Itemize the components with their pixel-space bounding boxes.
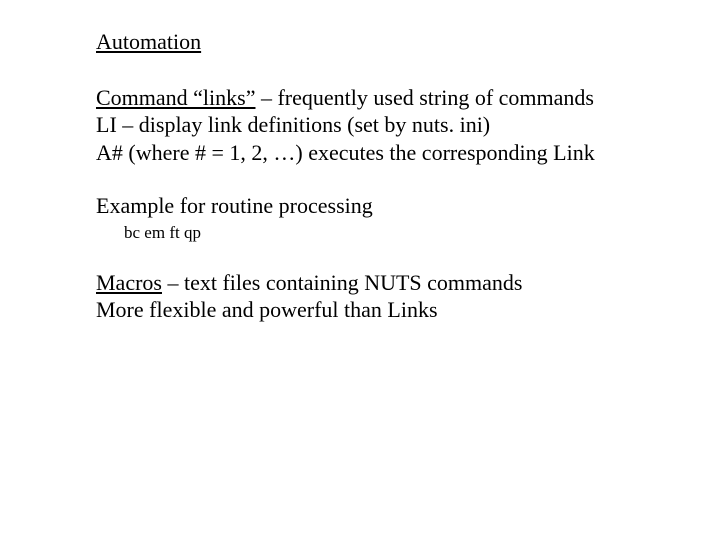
title-text: Automation bbox=[96, 29, 201, 54]
document-body: Automation Command “links” – frequently … bbox=[0, 0, 720, 324]
li-definition: LI – display link definitions (set by nu… bbox=[96, 111, 680, 139]
macros-label: Macros bbox=[96, 270, 162, 295]
command-links-line-1: Command “links” – frequently used string… bbox=[96, 84, 680, 112]
macros-line-1: Macros – text files containing NUTS comm… bbox=[96, 269, 680, 297]
command-links-desc: – frequently used string of commands bbox=[255, 85, 594, 110]
example-label: Example for routine processing bbox=[96, 192, 680, 220]
command-links-label: Command “links” bbox=[96, 85, 255, 110]
example-block: Example for routine processing bc em ft … bbox=[96, 192, 680, 243]
a-hash-definition: A# (where # = 1, 2, …) executes the corr… bbox=[96, 139, 680, 167]
macros-block: Macros – text files containing NUTS comm… bbox=[96, 269, 680, 324]
macros-line-2: More flexible and powerful than Links bbox=[96, 296, 680, 324]
example-code: bc em ft qp bbox=[96, 220, 680, 243]
page-title: Automation bbox=[96, 28, 680, 56]
command-links-block: Command “links” – frequently used string… bbox=[96, 84, 680, 167]
macros-desc: – text files containing NUTS commands bbox=[162, 270, 523, 295]
